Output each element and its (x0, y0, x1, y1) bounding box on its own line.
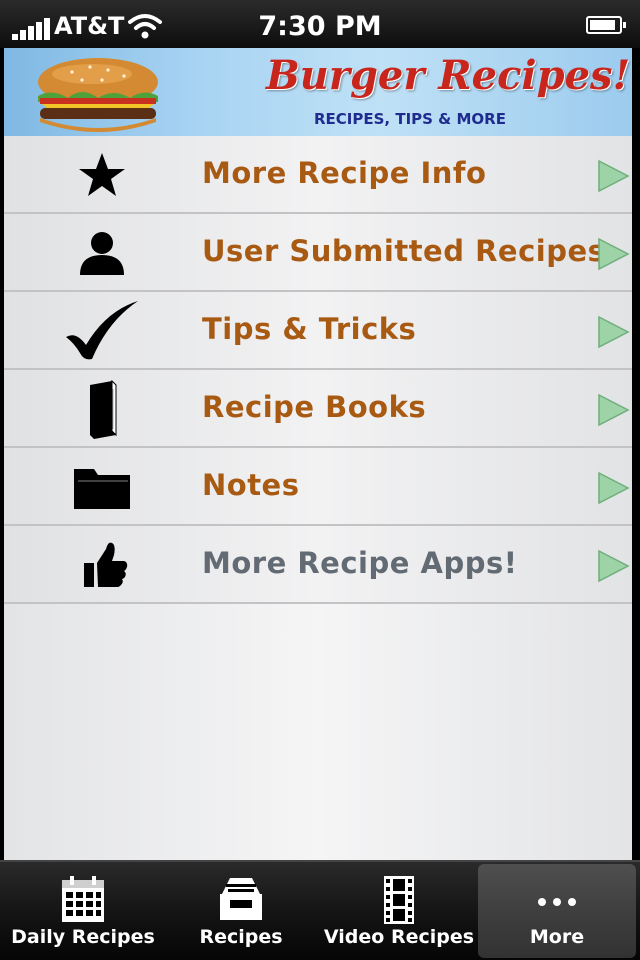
star-icon (79, 153, 125, 196)
tab-label: Video Recipes (323, 926, 475, 948)
tab-label: More (529, 926, 585, 948)
menu-item-notes[interactable]: Notes (4, 448, 632, 526)
app-screen: AT&T 7:30 PM Burger Recipes! RECIPES, TI… (0, 0, 640, 960)
menu-item-label: Recipe Books (202, 390, 427, 424)
tab-label: Daily Recipes (11, 926, 155, 948)
film-strip-icon (384, 876, 414, 924)
folder-icon (74, 469, 130, 509)
menu-list: More Recipe Info User Submitted Recipes … (4, 136, 632, 860)
app-banner: Burger Recipes! RECIPES, TIPS & MORE (4, 48, 632, 136)
inbox-tray-icon (220, 878, 262, 920)
tab-video-recipes[interactable]: Video Recipes (320, 864, 478, 958)
menu-item-tips-and-tricks[interactable]: Tips & Tricks (4, 292, 632, 370)
menu-item-recipe-books[interactable]: Recipe Books (4, 370, 632, 448)
tab-recipes[interactable]: Recipes (162, 864, 320, 958)
tab-label: Recipes (199, 926, 283, 948)
menu-item-label: More Recipe Apps! (202, 546, 518, 580)
user-icon (80, 232, 124, 275)
menu-item-label: Notes (202, 468, 300, 502)
tab-daily-recipes[interactable]: Daily Recipes (4, 864, 162, 958)
chevron-right-icon (598, 393, 630, 427)
chevron-right-icon (598, 315, 630, 349)
thumbs-up-icon (84, 542, 128, 587)
burger-image (38, 58, 158, 132)
chevron-right-icon (598, 237, 630, 271)
menu-item-more-recipe-apps[interactable]: More Recipe Apps! (4, 526, 632, 604)
calendar-icon (62, 876, 104, 922)
chevron-right-icon (598, 159, 630, 193)
checkmark-icon (66, 301, 138, 360)
menu-item-label: More Recipe Info (202, 156, 487, 190)
book-icon (90, 379, 117, 439)
status-bar: AT&T 7:30 PM (0, 0, 640, 48)
status-time: 7:30 PM (258, 11, 382, 42)
chevron-right-icon (598, 471, 630, 505)
more-dots-icon (538, 898, 576, 906)
tab-more[interactable]: More (478, 864, 636, 958)
battery-level (590, 20, 615, 30)
tab-bar: Daily Recipes Recipes Video Recipes More (0, 860, 640, 960)
chevron-right-icon (598, 549, 630, 583)
banner-subtitle: RECIPES, TIPS & MORE (314, 110, 506, 128)
menu-item-label: User Submitted Recipes (202, 234, 606, 268)
battery-icon (586, 16, 626, 34)
menu-item-more-recipe-info[interactable]: More Recipe Info (4, 136, 632, 214)
menu-item-label: Tips & Tricks (202, 312, 417, 346)
banner-title: Burger Recipes! (266, 52, 631, 99)
menu-item-user-submitted-recipes[interactable]: User Submitted Recipes (4, 214, 632, 292)
